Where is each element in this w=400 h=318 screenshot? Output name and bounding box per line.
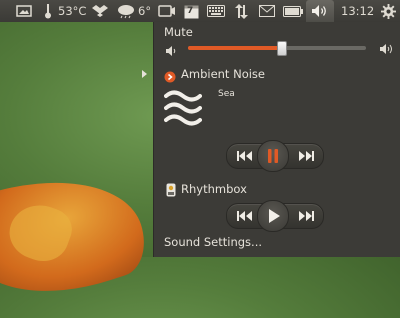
- previous-button[interactable]: [231, 204, 257, 228]
- ambient-noise-app-icon: [164, 68, 176, 87]
- weather-temperature: 6°: [138, 4, 152, 18]
- thermometer-icon[interactable]: [43, 3, 53, 19]
- volume-slider-fill: [188, 46, 281, 50]
- temperature-text: 53°C: [58, 4, 87, 18]
- sound-settings-menu-item[interactable]: Sound Settings...: [164, 235, 262, 249]
- play-button[interactable]: [257, 200, 289, 232]
- top-panel: 53°C 6° 7 13:12: [0, 0, 400, 22]
- keyboard-icon[interactable]: [206, 3, 226, 19]
- active-player-indicator: [142, 70, 147, 78]
- calendar-day: 7: [187, 6, 194, 16]
- speaker-icon[interactable]: [310, 3, 330, 19]
- volume-low-icon: [165, 42, 179, 61]
- previous-button[interactable]: [231, 144, 257, 168]
- track-title: Sea: [218, 89, 235, 99]
- next-button[interactable]: [293, 144, 319, 168]
- video-icon[interactable]: [157, 3, 177, 19]
- display-icon[interactable]: [15, 3, 33, 19]
- gear-icon[interactable]: [380, 3, 396, 19]
- mail-icon[interactable]: [258, 3, 276, 19]
- dropbox-icon[interactable]: [92, 3, 108, 19]
- battery-icon[interactable]: [283, 3, 303, 19]
- next-button[interactable]: [293, 204, 319, 228]
- player-name-ambient-noise[interactable]: Ambient Noise: [181, 67, 265, 81]
- sound-menu: Mute Ambient Noise Sea Rhythmbox Sound S…: [153, 22, 400, 257]
- network-arrows-icon[interactable]: [233, 3, 249, 19]
- volume-slider-handle[interactable]: [276, 41, 287, 56]
- mute-menu-item[interactable]: Mute: [164, 25, 193, 39]
- rhythmbox-app-icon: [166, 182, 176, 201]
- player-name-rhythmbox[interactable]: Rhythmbox: [181, 182, 247, 196]
- album-art-waves-icon: [164, 88, 202, 132]
- weather-cloud-icon[interactable]: [116, 3, 136, 19]
- volume-high-icon: [379, 41, 395, 60]
- pause-button[interactable]: [257, 140, 289, 172]
- clock-text[interactable]: 13:12: [341, 4, 374, 18]
